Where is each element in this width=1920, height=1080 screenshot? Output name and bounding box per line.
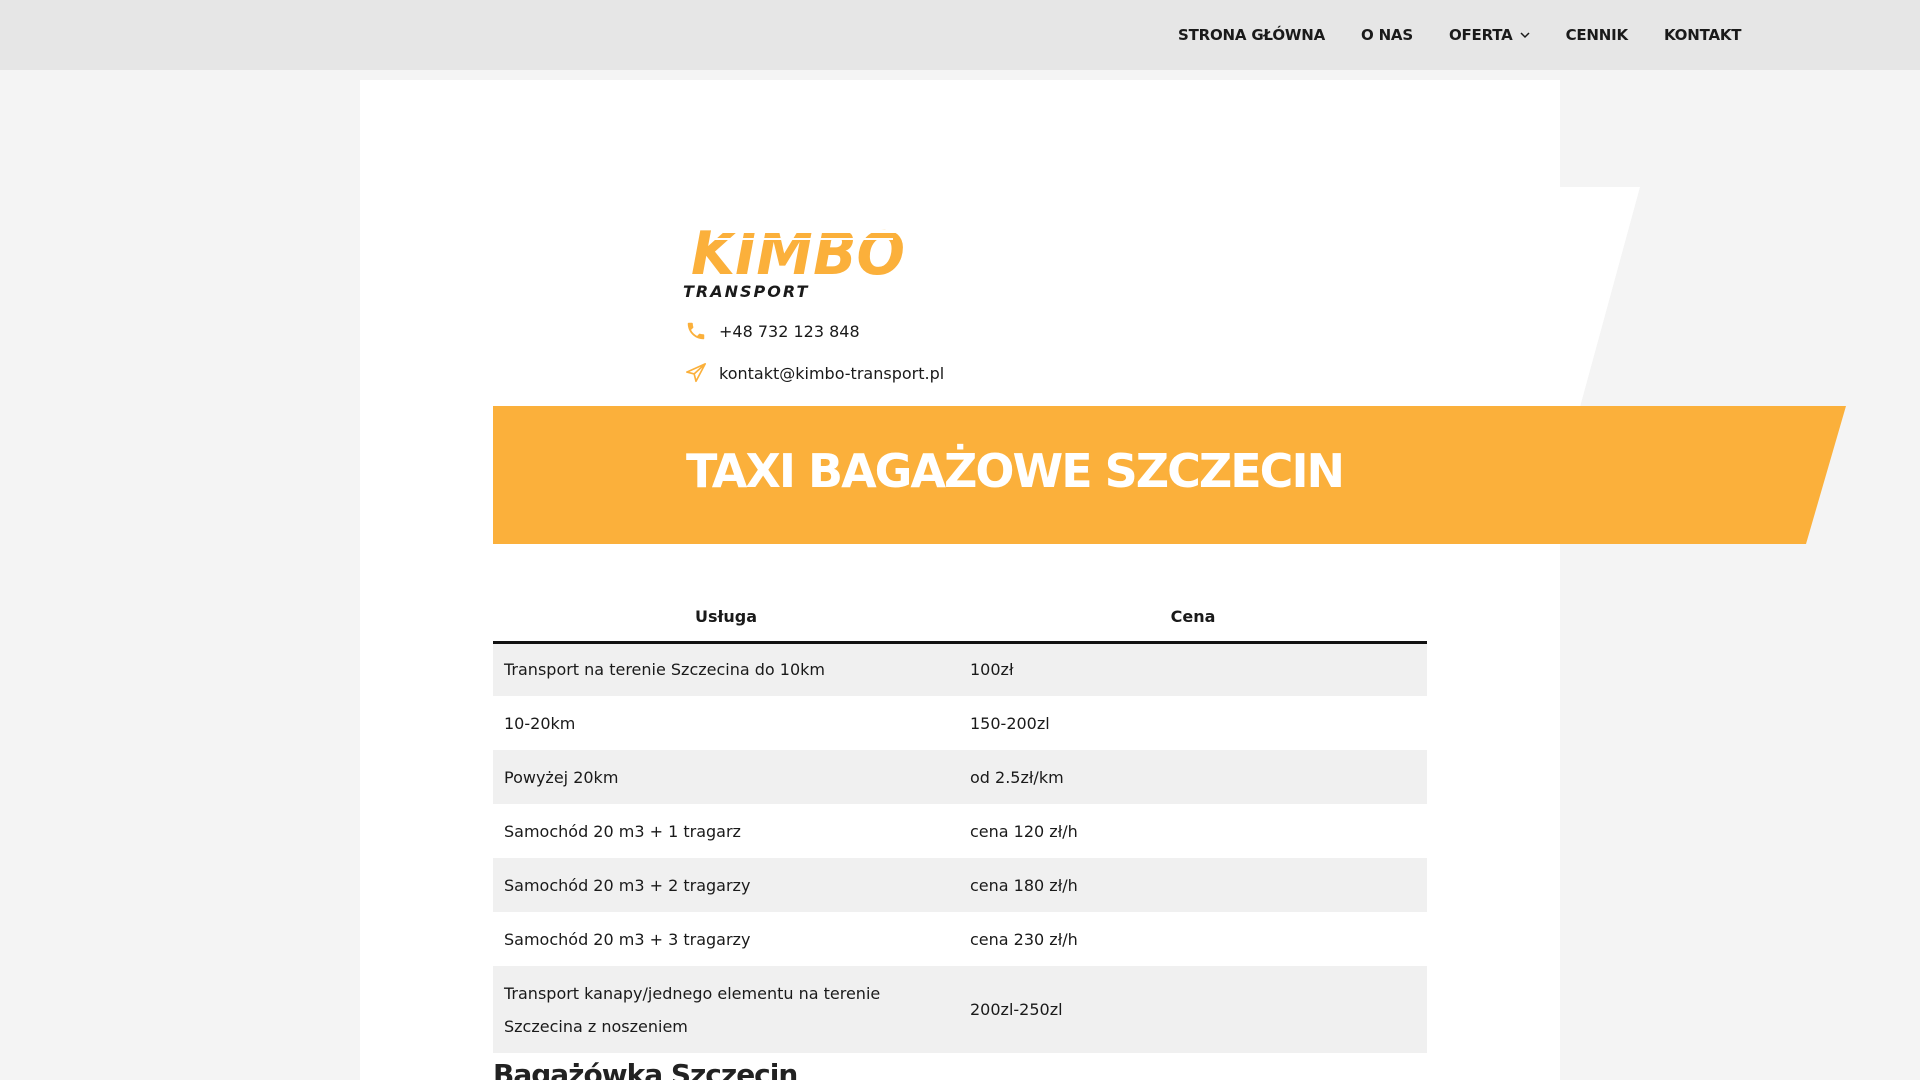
price-cell: cena 180 zł/h <box>959 858 1427 912</box>
service-line: Transport kanapy/jednego elementu na ter… <box>504 983 881 1003</box>
decorative-slant-shape <box>1500 187 1640 407</box>
price-cell: 200zl-250zl <box>959 966 1427 1053</box>
email-contact[interactable]: kontakt@kimbo-transport.pl <box>685 362 944 384</box>
nav-item-pricing[interactable]: CENNIK <box>1548 26 1646 44</box>
price-cell: 100zł <box>959 642 1427 696</box>
section-subheading: Bagażówka Szczecin <box>493 1058 798 1080</box>
price-cell: 150-200zl <box>970 713 1050 733</box>
phone-contact[interactable]: +48 732 123 848 <box>685 320 860 342</box>
nav-item-contact[interactable]: KONTAKT <box>1646 26 1759 44</box>
service-cell: 10-20km <box>504 713 576 733</box>
nav-item-label: CENNIK <box>1565 26 1629 44</box>
table-row: Transport na terenie Szczecina do 10km 1… <box>493 642 1427 696</box>
email-address: kontakt@kimbo-transport.pl <box>719 363 945 383</box>
nav-item-label: STRONA GŁÓWNA <box>1178 26 1325 44</box>
service-cell: Powyżej 20km <box>493 750 959 804</box>
main-nav: STRONA GŁÓWNA O NAS OFERTA CENNIK KONTAK… <box>1160 0 1759 70</box>
service-cell: Samochód 20 m3 + 1 tragarz <box>504 821 741 841</box>
top-nav-bar: STRONA GŁÓWNA O NAS OFERTA CENNIK KONTAK… <box>0 0 1920 70</box>
nav-item-label: KONTAKT <box>1663 26 1742 44</box>
service-cell: Transport kanapy/jednego elementu na ter… <box>493 966 959 1053</box>
kimbo-transport-logo[interactable]: KIMBO TRANSPORT <box>683 222 913 300</box>
table-row: Samochód 20 m3 + 1 tragarz cena 120 zł/h <box>493 804 1427 858</box>
price-table: Usługa Cena Transport na terenie Szczeci… <box>493 592 1427 1053</box>
logo-tagline-text: TRANSPORT <box>683 282 809 300</box>
price-cell: cena 120 zł/h <box>970 821 1078 841</box>
price-cell: cena 230 zł/h <box>970 929 1078 949</box>
phone-number: +48 732 123 848 <box>719 321 860 341</box>
service-cell: Samochód 20 m3 + 2 tragarzy <box>493 858 959 912</box>
nav-item-label: OFERTA <box>1448 26 1513 44</box>
nav-item-label: O NAS <box>1361 26 1413 44</box>
nav-item-about[interactable]: O NAS <box>1343 26 1431 44</box>
table-row: Powyżej 20km od 2.5zł/km <box>493 750 1427 804</box>
table-row: Transport kanapy/jednego elementu na ter… <box>493 966 1427 1053</box>
phone-icon <box>687 322 705 340</box>
service-cell: Samochód 20 m3 + 3 tragarzy <box>504 929 751 949</box>
page-title: TAXI BAGAŻOWE SZCZECIN <box>686 444 1345 498</box>
table-row: Samochód 20 m3 + 2 tragarzy cena 180 zł/… <box>493 858 1427 912</box>
table-row: 10-20km 150-200zl <box>493 696 1427 750</box>
chevron-down-icon <box>1520 32 1530 39</box>
table-row: Samochód 20 m3 + 3 tragarzy cena 230 zł/… <box>493 912 1427 966</box>
column-header-price: Cena <box>959 592 1427 644</box>
nav-item-offer[interactable]: OFERTA <box>1431 26 1548 44</box>
nav-item-home[interactable]: STRONA GŁÓWNA <box>1160 26 1343 44</box>
service-cell: Transport na terenie Szczecina do 10km <box>493 642 959 696</box>
column-header-service: Usługa <box>493 592 959 644</box>
table-header-row: Usługa Cena <box>493 592 1427 644</box>
price-cell: od 2.5zł/km <box>959 750 1427 804</box>
service-line: Szczecina z noszeniem <box>504 1016 688 1036</box>
paper-plane-icon <box>686 363 706 383</box>
